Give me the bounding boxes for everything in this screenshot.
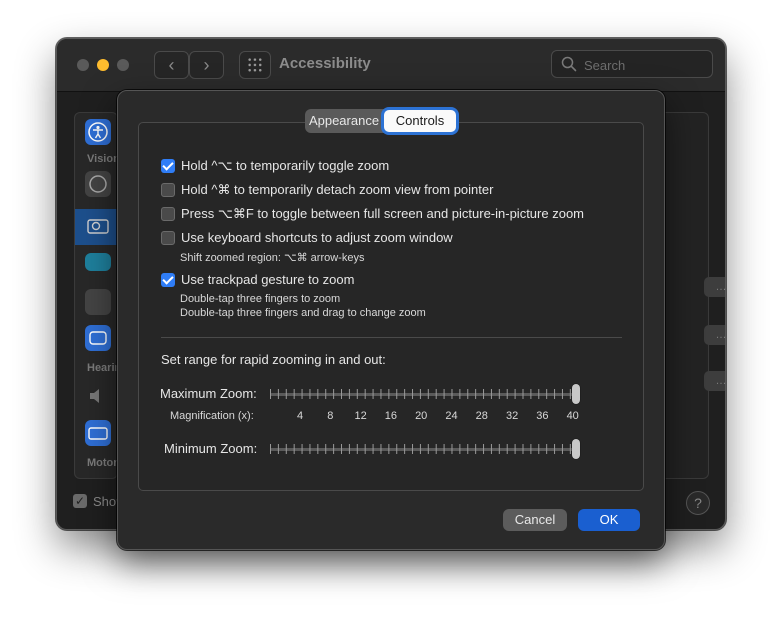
sidebar-label-vision: Vision [87,153,118,165]
back-button[interactable]: ‹ [154,51,189,79]
trackpad-note-2: Double-tap three fingers and drag to cha… [180,307,426,319]
zoom-icon [87,219,109,234]
options-button-1[interactable]: … [704,277,725,297]
min-zoom-slider[interactable] [268,437,580,461]
shift-region-note: Shift zoomed region: ⌥⌘ arrow-keys [180,252,365,264]
captions-icon [89,331,107,345]
magnification-tick: 4 [296,410,304,422]
option-label: Press ⌥⌘F to toggle between full screen … [181,206,584,221]
magnification-tick: 16 [384,410,398,422]
cancel-button[interactable]: Cancel [503,509,567,531]
option-label: Use keyboard shortcuts to adjust zoom wi… [181,230,453,245]
tab-controls[interactable]: Controls [384,110,456,132]
magnification-tick: 20 [415,410,428,422]
magnification-tick: 40 [566,410,579,422]
magnification-tick: 36 [536,410,549,422]
magnification-tick: 12 [354,410,367,422]
sidebar-item-zoom[interactable] [85,214,111,240]
options-button-3[interactable]: … [704,371,725,391]
sidebar-item-spoken-content[interactable] [85,289,111,315]
search-input[interactable] [582,55,706,75]
sidebar-item-motor[interactable] [85,420,111,446]
zoom-window-button[interactable] [117,59,129,71]
sidebar-item-audio[interactable] [85,383,111,409]
tab-bar: Appearance Controls [305,109,457,133]
sidebar-item-vision[interactable] [85,119,111,145]
grid-icon [247,57,263,73]
close-window-button[interactable] [77,59,89,71]
speaker-icon [90,389,99,403]
forward-button[interactable]: › [189,51,224,79]
tab-appearance[interactable]: Appearance [306,110,382,132]
slider-ticks [270,389,574,399]
checkbox-trackpad-gesture[interactable] [161,273,175,287]
magnification-tick: 24 [445,410,458,422]
option-label: Hold ^⌘ to temporarily detach zoom view … [181,182,494,197]
magnification-tick: 28 [475,410,488,422]
search-field[interactable] [551,50,713,78]
keyboard-icon [88,427,108,440]
sidebar-item-display[interactable] [85,253,111,271]
checkbox-toggle-zoom[interactable] [161,159,175,173]
chevron-right-icon: › [203,55,210,75]
magnification-tick: 8 [327,410,334,422]
help-icon: ? [694,495,702,511]
ok-button[interactable]: OK [578,509,640,531]
checkbox-full-screen-pip[interactable] [161,207,175,221]
sidebar-item-hearing[interactable] [85,325,111,351]
sidebar-label-motor: Motor [87,457,118,469]
slider-ticks [270,444,574,454]
window-title: Accessibility [279,55,371,72]
voiceover-icon [89,175,107,193]
help-button[interactable]: ? [686,491,710,515]
sidebar-label-hearing: Hearing [87,362,117,374]
magnification-tick: 32 [505,410,519,422]
accessibility-icon [88,122,108,142]
max-zoom-thumb[interactable] [572,384,580,404]
sidebar-item-voiceover[interactable] [85,171,111,197]
option-label: Use trackpad gesture to zoom [181,272,355,287]
option-label: Hold ^⌥ to temporarily toggle zoom [181,158,390,173]
options-button-2[interactable]: … [704,325,725,345]
checkbox-detach-zoom[interactable] [161,183,175,197]
minimize-window-button[interactable] [97,59,109,71]
chevron-left-icon: ‹ [168,55,175,75]
trackpad-note-1: Double-tap three fingers to zoom [180,293,341,305]
section-divider [161,337,622,338]
magnification-label: Magnification (x): [170,410,254,422]
range-heading: Set range for rapid zooming in and out: [161,352,386,367]
search-icon [561,56,577,72]
min-zoom-thumb[interactable] [572,439,580,459]
zoom-options-sheet: Appearance Controls Hold ^⌥ to temporari… [117,90,665,550]
min-zoom-label: Minimum Zoom: [164,441,258,456]
category-sidebar: Vision Hearing [74,112,118,479]
show-checkbox[interactable]: ✓ [73,494,87,508]
max-zoom-label: Maximum Zoom: [160,386,257,401]
checkbox-keyboard-shortcuts[interactable] [161,231,175,245]
max-zoom-slider[interactable] [268,382,580,406]
show-all-button[interactable] [239,51,271,79]
window-titlebar: ‹ › Accessibility [57,39,725,92]
